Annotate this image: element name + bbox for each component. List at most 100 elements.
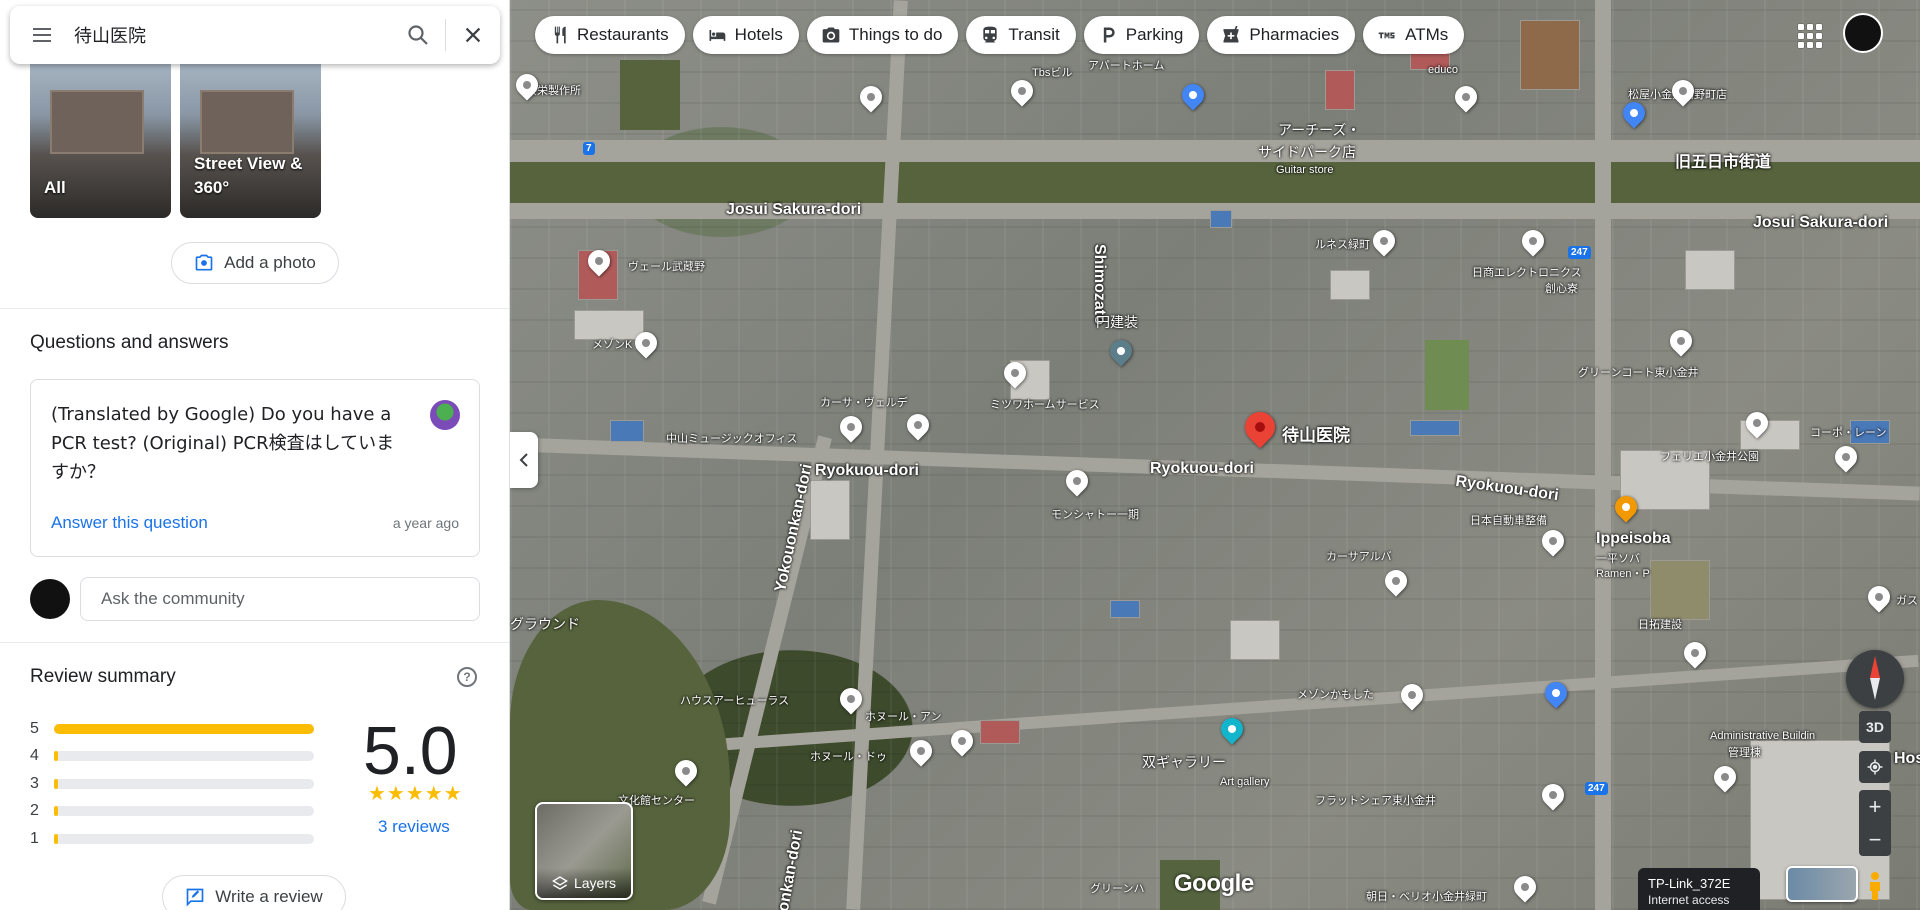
menu-button[interactable] — [10, 23, 74, 47]
search-box — [10, 6, 500, 64]
wifi-name: TP-Link_372E — [1648, 876, 1731, 891]
map-label: サイドパーク店 — [1258, 144, 1356, 160]
reviews-count-link[interactable]: 3 reviews — [378, 817, 450, 837]
map-label: メゾンK — [592, 339, 633, 351]
chip-transit[interactable]: Transit — [966, 16, 1076, 54]
selected-place-pin[interactable] — [1238, 405, 1282, 449]
search-icon — [408, 25, 428, 45]
map-pin[interactable] — [905, 735, 937, 767]
map-pin[interactable] — [1105, 335, 1137, 367]
map-label: ルネス緑町 — [1315, 239, 1370, 251]
apps-grid-icon[interactable] — [1794, 20, 1822, 48]
map-label: Ippeisoba — [1596, 530, 1671, 547]
chip-things-to-do[interactable]: Things to do — [806, 16, 959, 54]
atm-icon — [1378, 32, 1395, 39]
map-pin[interactable] — [1537, 525, 1569, 557]
average-rating: 5.0 — [363, 713, 458, 789]
clear-search-button[interactable] — [446, 24, 500, 46]
chip-parking[interactable]: Parking — [1083, 16, 1200, 54]
google-logo: Google — [1174, 870, 1254, 897]
map-canvas[interactable]: 7 247 247 共栄製作所 Tbsビル アパートホーム educo 松屋小金… — [510, 0, 1920, 910]
map-pin[interactable] — [1830, 441, 1862, 473]
camera-icon — [822, 27, 840, 43]
map-label: Administrative Buildin — [1710, 730, 1816, 742]
map-pin[interactable] — [1618, 97, 1650, 129]
map-label: 管理棟 — [1728, 747, 1761, 759]
close-icon — [465, 27, 481, 43]
rating-row[interactable]: 4 — [30, 743, 330, 771]
route-shield-7: 7 — [583, 142, 595, 155]
map-pin[interactable] — [1396, 679, 1428, 711]
account-avatar[interactable] — [1843, 13, 1883, 53]
photo-street-view[interactable]: Street View & 360° — [180, 60, 321, 218]
rating-row[interactable]: 1 — [30, 825, 330, 853]
search-button[interactable] — [391, 23, 445, 47]
my-location-button[interactable] — [1859, 751, 1891, 783]
ask-community-input[interactable] — [80, 577, 480, 621]
layers-icon — [552, 876, 568, 890]
imagery-thumbnail[interactable] — [1786, 866, 1858, 902]
rating-bar-fill — [54, 833, 58, 844]
chip-hotels[interactable]: Hotels — [692, 16, 799, 54]
write-review-button[interactable]: Write a review — [162, 875, 346, 910]
map-label: フラットシェア東小金井 — [1315, 795, 1436, 807]
map-label: カーサ・ヴェルデ — [820, 397, 908, 409]
map-pin[interactable] — [1517, 225, 1549, 257]
layers-button[interactable]: Layers — [535, 802, 633, 900]
help-icon[interactable]: ? — [457, 667, 477, 687]
fork-knife-icon — [554, 26, 566, 44]
zoom-in-button[interactable]: + — [1859, 790, 1891, 823]
map-pin[interactable] — [1368, 225, 1400, 257]
asker-avatar — [430, 400, 460, 430]
map-pin[interactable] — [1006, 75, 1038, 107]
map-pin[interactable] — [1665, 325, 1697, 357]
category-chips: Restaurants Hotels Things to do Transit … — [535, 16, 1465, 54]
map-label: Tbsビル — [1032, 67, 1073, 79]
map-pin[interactable] — [1450, 81, 1482, 113]
rating-row[interactable]: 3 — [30, 770, 330, 798]
map-label: 円建装 — [1096, 314, 1138, 330]
photo-all[interactable]: All — [30, 60, 171, 218]
zoom-out-button[interactable]: − — [1859, 823, 1891, 856]
map-label: ハウスアーヒューラス — [680, 695, 790, 707]
route-shield-247-top: 247 — [1568, 246, 1591, 259]
answer-question-link[interactable]: Answer this question — [51, 513, 208, 533]
layers-label: Layers — [573, 875, 617, 891]
map-label: Ramen・P — [1596, 568, 1650, 580]
chip-restaurants[interactable]: Restaurants — [535, 16, 685, 54]
map-pin[interactable] — [835, 411, 867, 443]
map-label: 日拓建設 — [1638, 619, 1682, 631]
map-pin[interactable] — [1380, 565, 1412, 597]
wifi-notification: TP-Link_372E Internet access — [1638, 868, 1760, 910]
map-pin[interactable] — [1863, 581, 1895, 613]
collapse-panel-button[interactable] — [510, 432, 538, 488]
chip-label: Things to do — [848, 25, 943, 44]
map-pin[interactable] — [1509, 871, 1541, 903]
map-label: Art gallery — [1220, 776, 1270, 788]
add-photo-button[interactable]: Add a photo — [171, 242, 339, 284]
map-label: onkan-dori — [775, 828, 807, 910]
map-label: Hos — [1894, 750, 1920, 767]
pegman-icon[interactable] — [1862, 868, 1888, 904]
map-pin[interactable] — [1679, 637, 1711, 669]
chip-atms[interactable]: ATMs — [1363, 16, 1465, 54]
place-panel: All Street View & 360° Add a photo Quest… — [0, 0, 510, 910]
map-pin[interactable] — [1216, 713, 1248, 745]
map-pin[interactable] — [1709, 761, 1741, 793]
map-pin[interactable] — [855, 81, 887, 113]
map-pin[interactable] — [1177, 79, 1209, 111]
qa-title: Questions and answers — [30, 332, 229, 353]
3d-toggle-button[interactable]: 3D — [1859, 711, 1891, 743]
chip-pharmacies[interactable]: Pharmacies — [1207, 16, 1356, 54]
rating-row[interactable]: 2 — [30, 798, 330, 826]
map-label: ヴェール武蔵野 — [628, 261, 705, 273]
rating-row[interactable]: 5 — [30, 715, 330, 743]
bed-icon — [709, 30, 726, 41]
map-pin[interactable] — [1537, 779, 1569, 811]
search-input[interactable] — [74, 24, 391, 46]
question-time: a year ago — [392, 515, 459, 531]
map-label: ガス — [1896, 595, 1918, 607]
rating-star-number: 1 — [30, 829, 39, 847]
compass-icon[interactable] — [1846, 650, 1904, 708]
map-pin[interactable] — [902, 409, 934, 441]
